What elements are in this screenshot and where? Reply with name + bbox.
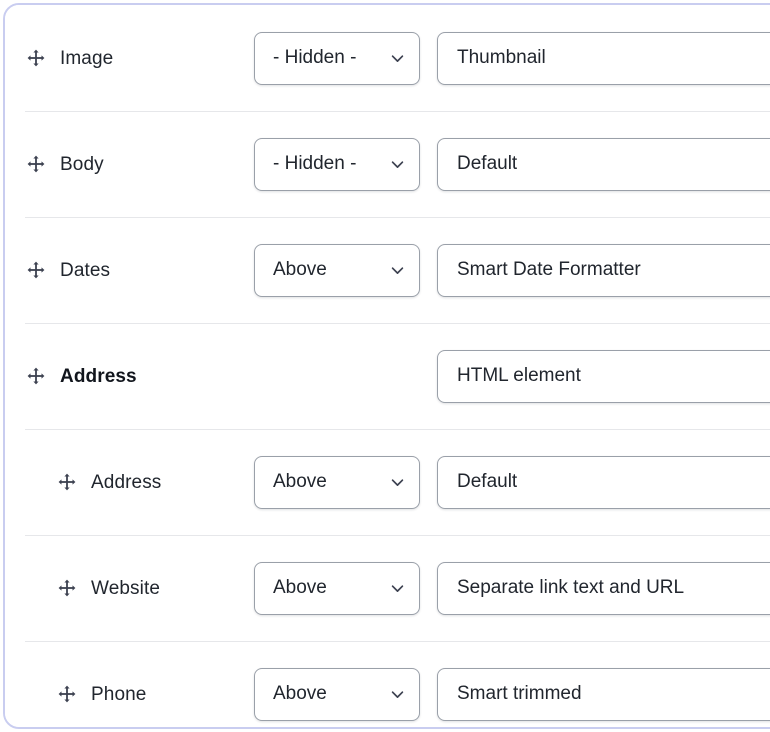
- label-display-cell: - Hidden -: [254, 31, 437, 85]
- label-display-value: - Hidden -: [273, 47, 357, 68]
- label-display-cell: Above: [254, 243, 437, 297]
- format-cell: Default: [437, 137, 770, 191]
- format-value: Thumbnail: [457, 47, 546, 68]
- label-display-select[interactable]: Above: [254, 667, 420, 721]
- chevron-down-icon: [388, 579, 406, 597]
- field-row: Image - Hidden - Thumbnail: [5, 5, 770, 111]
- format-value: Separate link text and URL: [457, 577, 685, 598]
- format-value: HTML element: [457, 365, 581, 386]
- format-value: Smart Date Formatter: [457, 259, 641, 280]
- format-select[interactable]: Default: [437, 455, 770, 509]
- drag-handle-icon[interactable]: [56, 683, 78, 705]
- drag-handle-icon[interactable]: [56, 471, 78, 493]
- format-select[interactable]: Smart trimmed: [437, 667, 770, 721]
- chevron-down-icon: [388, 155, 406, 173]
- field-label: Phone: [91, 683, 147, 705]
- field-row: Dates Above Smart Date Formatter: [5, 217, 770, 323]
- field-label-cell: Phone: [25, 683, 254, 705]
- label-display-value: Above: [273, 471, 327, 492]
- format-select[interactable]: Separate link text and URL: [437, 561, 770, 615]
- label-display-value: Above: [273, 683, 327, 704]
- field-row: Website Above Separate link text and URL: [5, 535, 770, 641]
- format-value: Default: [457, 471, 518, 492]
- label-display-value: Above: [273, 577, 327, 598]
- chevron-down-icon: [388, 473, 406, 491]
- format-value: Default: [457, 153, 518, 174]
- field-label-cell: Dates: [25, 259, 254, 281]
- drag-handle-icon[interactable]: [25, 47, 47, 69]
- field-label-cell: Image: [25, 47, 254, 69]
- label-display-value: - Hidden -: [273, 153, 357, 174]
- field-label: Body: [60, 153, 104, 175]
- drag-handle-icon[interactable]: [25, 365, 47, 387]
- drag-handle-icon[interactable]: [25, 153, 47, 175]
- format-cell: Smart trimmed: [437, 667, 770, 721]
- label-display-cell: Above: [254, 561, 437, 615]
- field-label-cell: Address: [25, 471, 254, 493]
- format-cell: Default: [437, 455, 770, 509]
- chevron-down-icon: [388, 49, 406, 67]
- field-label-cell: Address: [25, 365, 254, 387]
- field-row: Address Above Default: [5, 429, 770, 535]
- label-display-cell: Above: [254, 667, 437, 721]
- chevron-down-icon: [388, 685, 406, 703]
- label-display-cell: - Hidden -: [254, 137, 437, 191]
- field-rows-list: Image - Hidden - Thumbnail Body - Hidden - De…: [5, 5, 770, 727]
- label-display-select[interactable]: Above: [254, 455, 420, 509]
- label-display-select[interactable]: Above: [254, 243, 420, 297]
- format-select[interactable]: HTML element: [437, 349, 770, 403]
- format-select[interactable]: Thumbnail: [437, 31, 770, 85]
- format-select[interactable]: Smart Date Formatter: [437, 243, 770, 297]
- field-row: Address HTML element: [5, 323, 770, 429]
- field-label: Address: [60, 365, 137, 387]
- label-display-select[interactable]: - Hidden -: [254, 137, 420, 191]
- format-cell: Thumbnail: [437, 31, 770, 85]
- field-label: Dates: [60, 259, 111, 281]
- drag-handle-icon[interactable]: [56, 577, 78, 599]
- format-cell: Smart Date Formatter: [437, 243, 770, 297]
- field-row: Phone Above Smart trimmed: [5, 641, 770, 727]
- label-display-cell: Above: [254, 455, 437, 509]
- field-label: Address: [91, 471, 162, 493]
- label-display-value: Above: [273, 259, 327, 280]
- screen-root: Image - Hidden - Thumbnail Body - Hidden - De…: [0, 0, 770, 732]
- chevron-down-icon: [388, 261, 406, 279]
- label-display-select[interactable]: - Hidden -: [254, 31, 420, 85]
- format-value: Smart trimmed: [457, 683, 582, 704]
- field-display-settings-panel: Image - Hidden - Thumbnail Body - Hidden - De…: [3, 3, 770, 729]
- format-cell: Separate link text and URL: [437, 561, 770, 615]
- field-label-cell: Body: [25, 153, 254, 175]
- drag-handle-icon[interactable]: [25, 259, 47, 281]
- field-row: Body - Hidden - Default: [5, 111, 770, 217]
- field-label-cell: Website: [25, 577, 254, 599]
- format-cell: HTML element: [437, 349, 770, 403]
- label-display-select[interactable]: Above: [254, 561, 420, 615]
- format-select[interactable]: Default: [437, 137, 770, 191]
- field-label: Website: [91, 577, 160, 599]
- field-label: Image: [60, 47, 114, 69]
